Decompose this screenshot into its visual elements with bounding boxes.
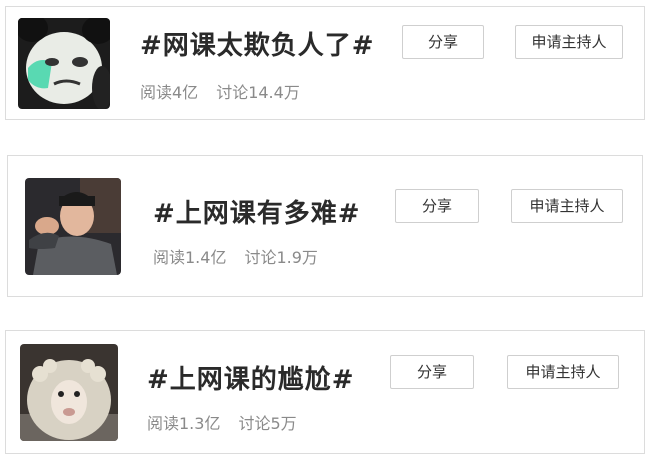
topic-card: #上网课有多难# 阅读1.4亿 讨论1.9万 分享 申请主持人 bbox=[7, 155, 643, 297]
topic-stats: 阅读1.3亿 讨论5万 bbox=[147, 410, 297, 434]
apply-host-button[interactable]: 申请主持人 bbox=[507, 355, 619, 389]
discussion-count: 讨论1.9万 bbox=[244, 248, 318, 267]
apply-host-button[interactable]: 申请主持人 bbox=[515, 25, 623, 59]
discussion-count: 讨论5万 bbox=[238, 414, 297, 433]
panda-meme-image bbox=[18, 18, 110, 109]
sheep-photo-image bbox=[20, 344, 118, 441]
topic-card: #网课太欺负人了# 阅读4亿 讨论14.4万 分享 申请主持人 bbox=[5, 6, 645, 120]
topic-title[interactable]: #上网课的尴尬# bbox=[147, 359, 355, 396]
topic-stats: 阅读1.4亿 讨论1.9万 bbox=[153, 244, 318, 268]
discussion-count: 讨论14.4万 bbox=[216, 83, 300, 102]
topic-stats: 阅读4亿 讨论14.4万 bbox=[140, 79, 300, 103]
topic-title[interactable]: #网课太欺负人了# bbox=[140, 25, 375, 62]
read-count: 阅读1.4亿 bbox=[153, 248, 227, 267]
topic-thumbnail-boy-photo[interactable] bbox=[25, 178, 121, 275]
share-button[interactable]: 分享 bbox=[395, 189, 479, 223]
share-button[interactable]: 分享 bbox=[390, 355, 474, 389]
apply-host-button[interactable]: 申请主持人 bbox=[511, 189, 623, 223]
topic-thumbnail-panda-meme[interactable] bbox=[18, 18, 110, 109]
topic-title[interactable]: #上网课有多难# bbox=[153, 193, 361, 230]
boy-photo-image bbox=[25, 178, 121, 275]
topic-card: #上网课的尴尬# 阅读1.3亿 讨论5万 分享 申请主持人 bbox=[5, 330, 645, 454]
read-count: 阅读4亿 bbox=[140, 83, 199, 102]
share-button[interactable]: 分享 bbox=[402, 25, 484, 59]
topic-thumbnail-sheep-photo[interactable] bbox=[20, 344, 118, 441]
read-count: 阅读1.3亿 bbox=[147, 414, 221, 433]
